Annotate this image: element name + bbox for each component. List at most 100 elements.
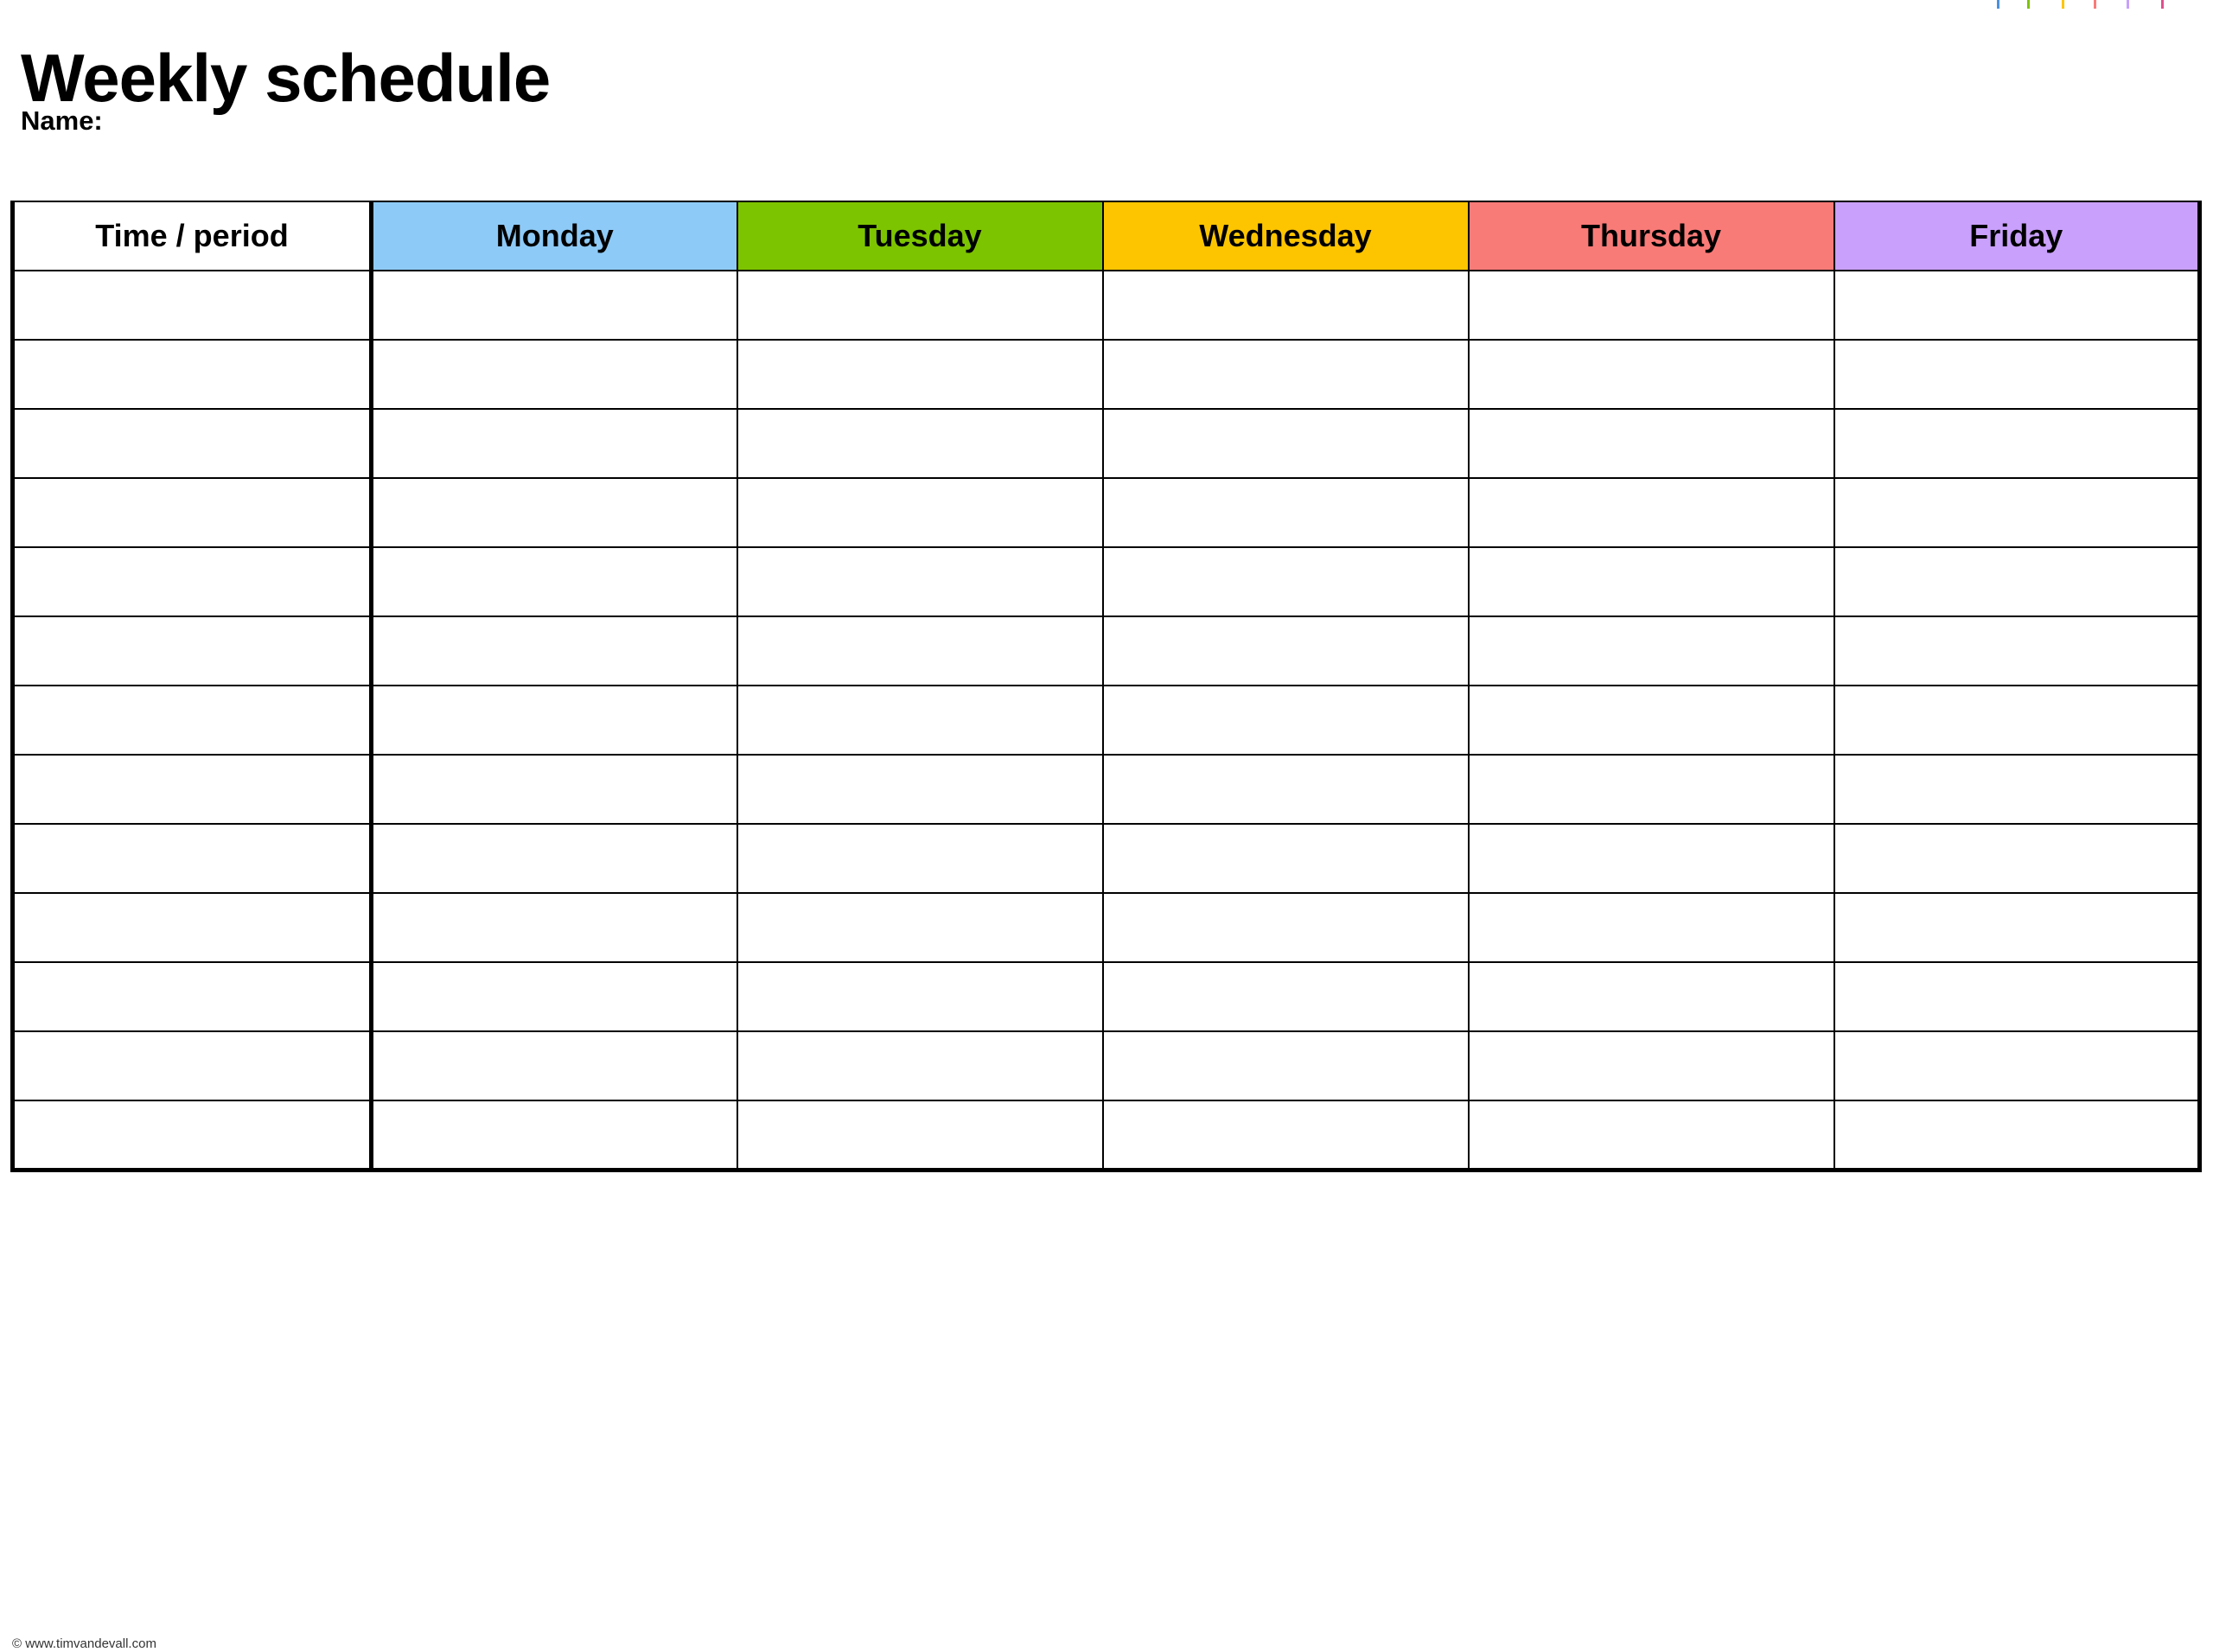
- cell-day-entry[interactable]: [370, 477, 738, 548]
- cell-time-period[interactable]: [10, 754, 373, 825]
- table-row: [10, 1100, 2202, 1172]
- cell-day-entry[interactable]: [736, 961, 1104, 1032]
- cell-day-entry[interactable]: [370, 616, 738, 686]
- cell-day-entry[interactable]: [1101, 892, 1470, 963]
- cell-day-entry[interactable]: [1467, 616, 1835, 686]
- cell-day-entry[interactable]: [370, 408, 738, 479]
- cell-day-entry[interactable]: [1467, 477, 1835, 548]
- cell-day-entry[interactable]: [736, 1100, 1104, 1172]
- cell-day-entry[interactable]: [736, 270, 1104, 341]
- cell-day-entry[interactable]: [1833, 546, 2202, 617]
- table-row: [10, 961, 2202, 1032]
- cell-day-entry[interactable]: [736, 616, 1104, 686]
- cell-day-entry[interactable]: [370, 961, 738, 1032]
- cell-day-entry[interactable]: [736, 685, 1104, 756]
- footer-credit: © www.timvandevall.com: [12, 1636, 156, 1651]
- name-label: Name:: [21, 105, 103, 136]
- cell-day-entry[interactable]: [736, 339, 1104, 410]
- decor-mark-4: [2094, 0, 2096, 9]
- cell-day-entry[interactable]: [1467, 961, 1835, 1032]
- cell-day-entry[interactable]: [370, 270, 738, 341]
- cell-day-entry[interactable]: [1467, 1100, 1835, 1172]
- header-cell-thursday: Thursday: [1467, 201, 1835, 271]
- cell-day-entry[interactable]: [1467, 339, 1835, 410]
- cell-day-entry[interactable]: [370, 892, 738, 963]
- cell-day-entry[interactable]: [1101, 1100, 1470, 1172]
- decor-mark-1: [1997, 0, 1999, 9]
- cell-time-period[interactable]: [10, 477, 373, 548]
- cell-day-entry[interactable]: [1833, 754, 2202, 825]
- cell-day-entry[interactable]: [736, 754, 1104, 825]
- cell-time-period[interactable]: [10, 823, 373, 894]
- cell-day-entry[interactable]: [1467, 823, 1835, 894]
- cell-day-entry[interactable]: [1101, 754, 1470, 825]
- table-row: [10, 339, 2202, 410]
- decor-mark-6: [2161, 0, 2164, 9]
- table-row: [10, 270, 2202, 341]
- cell-day-entry[interactable]: [1101, 616, 1470, 686]
- cell-day-entry[interactable]: [370, 754, 738, 825]
- cell-day-entry[interactable]: [736, 823, 1104, 894]
- cell-day-entry[interactable]: [1101, 823, 1470, 894]
- cell-day-entry[interactable]: [1467, 685, 1835, 756]
- cell-day-entry[interactable]: [370, 1030, 738, 1101]
- cell-day-entry[interactable]: [1833, 1100, 2202, 1172]
- cell-day-entry[interactable]: [1467, 754, 1835, 825]
- cell-day-entry[interactable]: [1467, 270, 1835, 341]
- cell-time-period[interactable]: [10, 892, 373, 963]
- decor-mark-2: [2027, 0, 2030, 9]
- cell-day-entry[interactable]: [1833, 823, 2202, 894]
- cell-day-entry[interactable]: [1467, 546, 1835, 617]
- cell-day-entry[interactable]: [1833, 685, 2202, 756]
- cell-time-period[interactable]: [10, 1030, 373, 1101]
- header-cell-time: Time / period: [10, 201, 373, 271]
- cell-time-period[interactable]: [10, 546, 373, 617]
- cell-day-entry[interactable]: [1833, 270, 2202, 341]
- cell-day-entry[interactable]: [1833, 616, 2202, 686]
- cell-day-entry[interactable]: [1833, 339, 2202, 410]
- cell-day-entry[interactable]: [1833, 961, 2202, 1032]
- cell-time-period[interactable]: [10, 339, 373, 410]
- cell-day-entry[interactable]: [1833, 408, 2202, 479]
- cell-time-period[interactable]: [10, 961, 373, 1032]
- table-header-row-group: Time / period Monday Tuesday Wednesday T…: [10, 201, 2202, 271]
- cell-day-entry[interactable]: [1467, 1030, 1835, 1101]
- decor-mark-3: [2062, 0, 2064, 9]
- cell-day-entry[interactable]: [1467, 408, 1835, 479]
- cell-time-period[interactable]: [10, 270, 373, 341]
- cell-day-entry[interactable]: [736, 546, 1104, 617]
- weekly-schedule-table: Time / period Monday Tuesday Wednesday T…: [10, 201, 2202, 1172]
- cell-day-entry[interactable]: [1833, 1030, 2202, 1101]
- cell-time-period[interactable]: [10, 685, 373, 756]
- header-cell-tuesday: Tuesday: [736, 201, 1104, 271]
- cell-day-entry[interactable]: [1467, 892, 1835, 963]
- cell-day-entry[interactable]: [1101, 477, 1470, 548]
- cell-day-entry[interactable]: [1833, 477, 2202, 548]
- cell-day-entry[interactable]: [1101, 546, 1470, 617]
- cell-day-entry[interactable]: [370, 1100, 738, 1172]
- cell-day-entry[interactable]: [1101, 339, 1470, 410]
- cell-time-period[interactable]: [10, 616, 373, 686]
- cell-day-entry[interactable]: [370, 823, 738, 894]
- cell-day-entry[interactable]: [1101, 270, 1470, 341]
- cell-time-period[interactable]: [10, 408, 373, 479]
- cell-day-entry[interactable]: [370, 339, 738, 410]
- cell-day-entry[interactable]: [1101, 685, 1470, 756]
- cell-day-entry[interactable]: [736, 892, 1104, 963]
- table-row: [10, 408, 2202, 479]
- table-row: [10, 823, 2202, 894]
- cell-day-entry[interactable]: [736, 477, 1104, 548]
- cell-time-period[interactable]: [10, 1100, 373, 1172]
- cell-day-entry[interactable]: [1101, 961, 1470, 1032]
- header-cell-wednesday: Wednesday: [1101, 201, 1470, 271]
- cell-day-entry[interactable]: [1101, 408, 1470, 479]
- cell-day-entry[interactable]: [1833, 892, 2202, 963]
- table-row: [10, 546, 2202, 617]
- cell-day-entry[interactable]: [736, 1030, 1104, 1101]
- header-cell-friday: Friday: [1833, 201, 2202, 271]
- cell-day-entry[interactable]: [736, 408, 1104, 479]
- table-row: [10, 477, 2202, 548]
- cell-day-entry[interactable]: [370, 685, 738, 756]
- cell-day-entry[interactable]: [370, 546, 738, 617]
- cell-day-entry[interactable]: [1101, 1030, 1470, 1101]
